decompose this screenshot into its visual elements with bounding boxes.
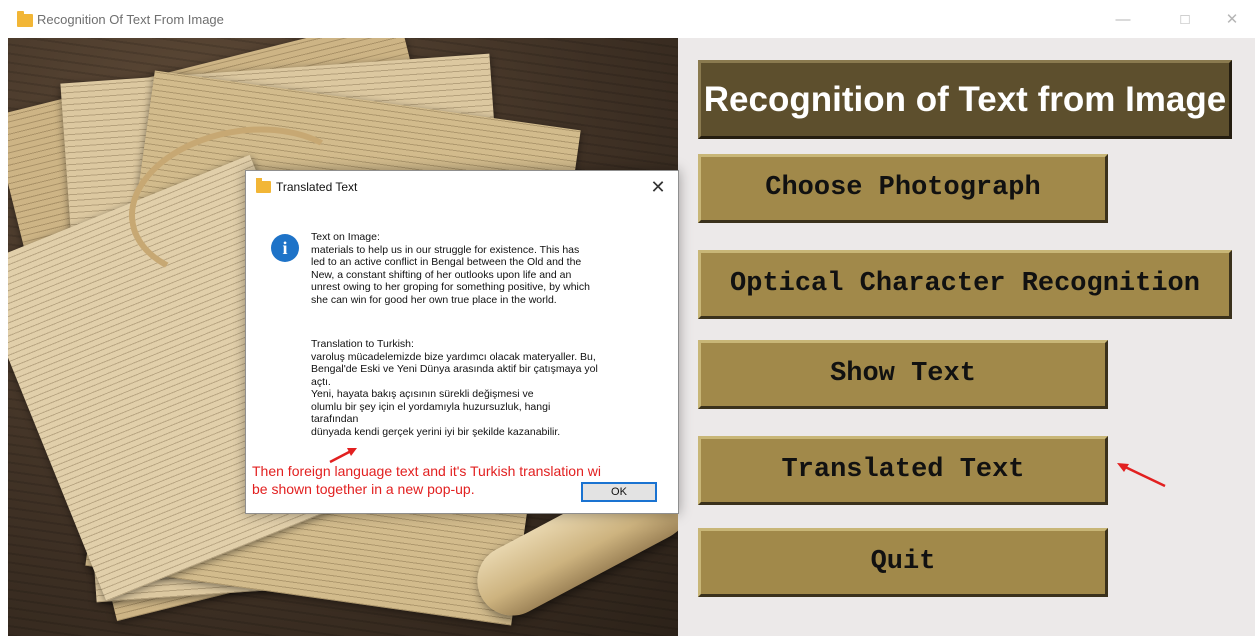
turkish-translation: Translation to Turkish: varoluş mücadele… [311,338,598,438]
app-title-banner: Recognition of Text from Image [698,60,1232,139]
show-text-button[interactable]: Show Text [698,340,1108,409]
maximize-button[interactable]: □ [1170,8,1200,32]
quit-button[interactable]: Quit [698,528,1108,597]
control-panel: Recognition of Text from Image Choose Ph… [678,38,1255,636]
window-title: Recognition Of Text From Image [37,12,224,27]
translated-text-button[interactable]: Translated Text [698,436,1108,505]
ocr-button[interactable]: Optical Character Recognition [698,250,1232,319]
folder-icon [256,178,271,193]
folder-icon [17,11,33,27]
dialog-close-button[interactable]: ✕ [646,175,670,199]
choose-photograph-button[interactable]: Choose Photograph [698,154,1108,223]
window-titlebar: Recognition Of Text From Image — □ ✕ [0,0,1255,38]
annotation-arrow-icon [329,448,357,464]
minimize-button[interactable]: — [1108,8,1138,32]
annotation-arrow-icon [1117,463,1166,488]
text-on-image: Text on Image: materials to help us in o… [311,231,590,306]
dialog-titlebar: Translated Text ✕ [246,171,678,203]
info-icon: i [271,234,299,262]
close-button[interactable]: ✕ [1217,8,1247,32]
annotation-text: Then foreign language text and it's Turk… [252,463,601,497]
dialog-title: Translated Text [276,180,358,194]
